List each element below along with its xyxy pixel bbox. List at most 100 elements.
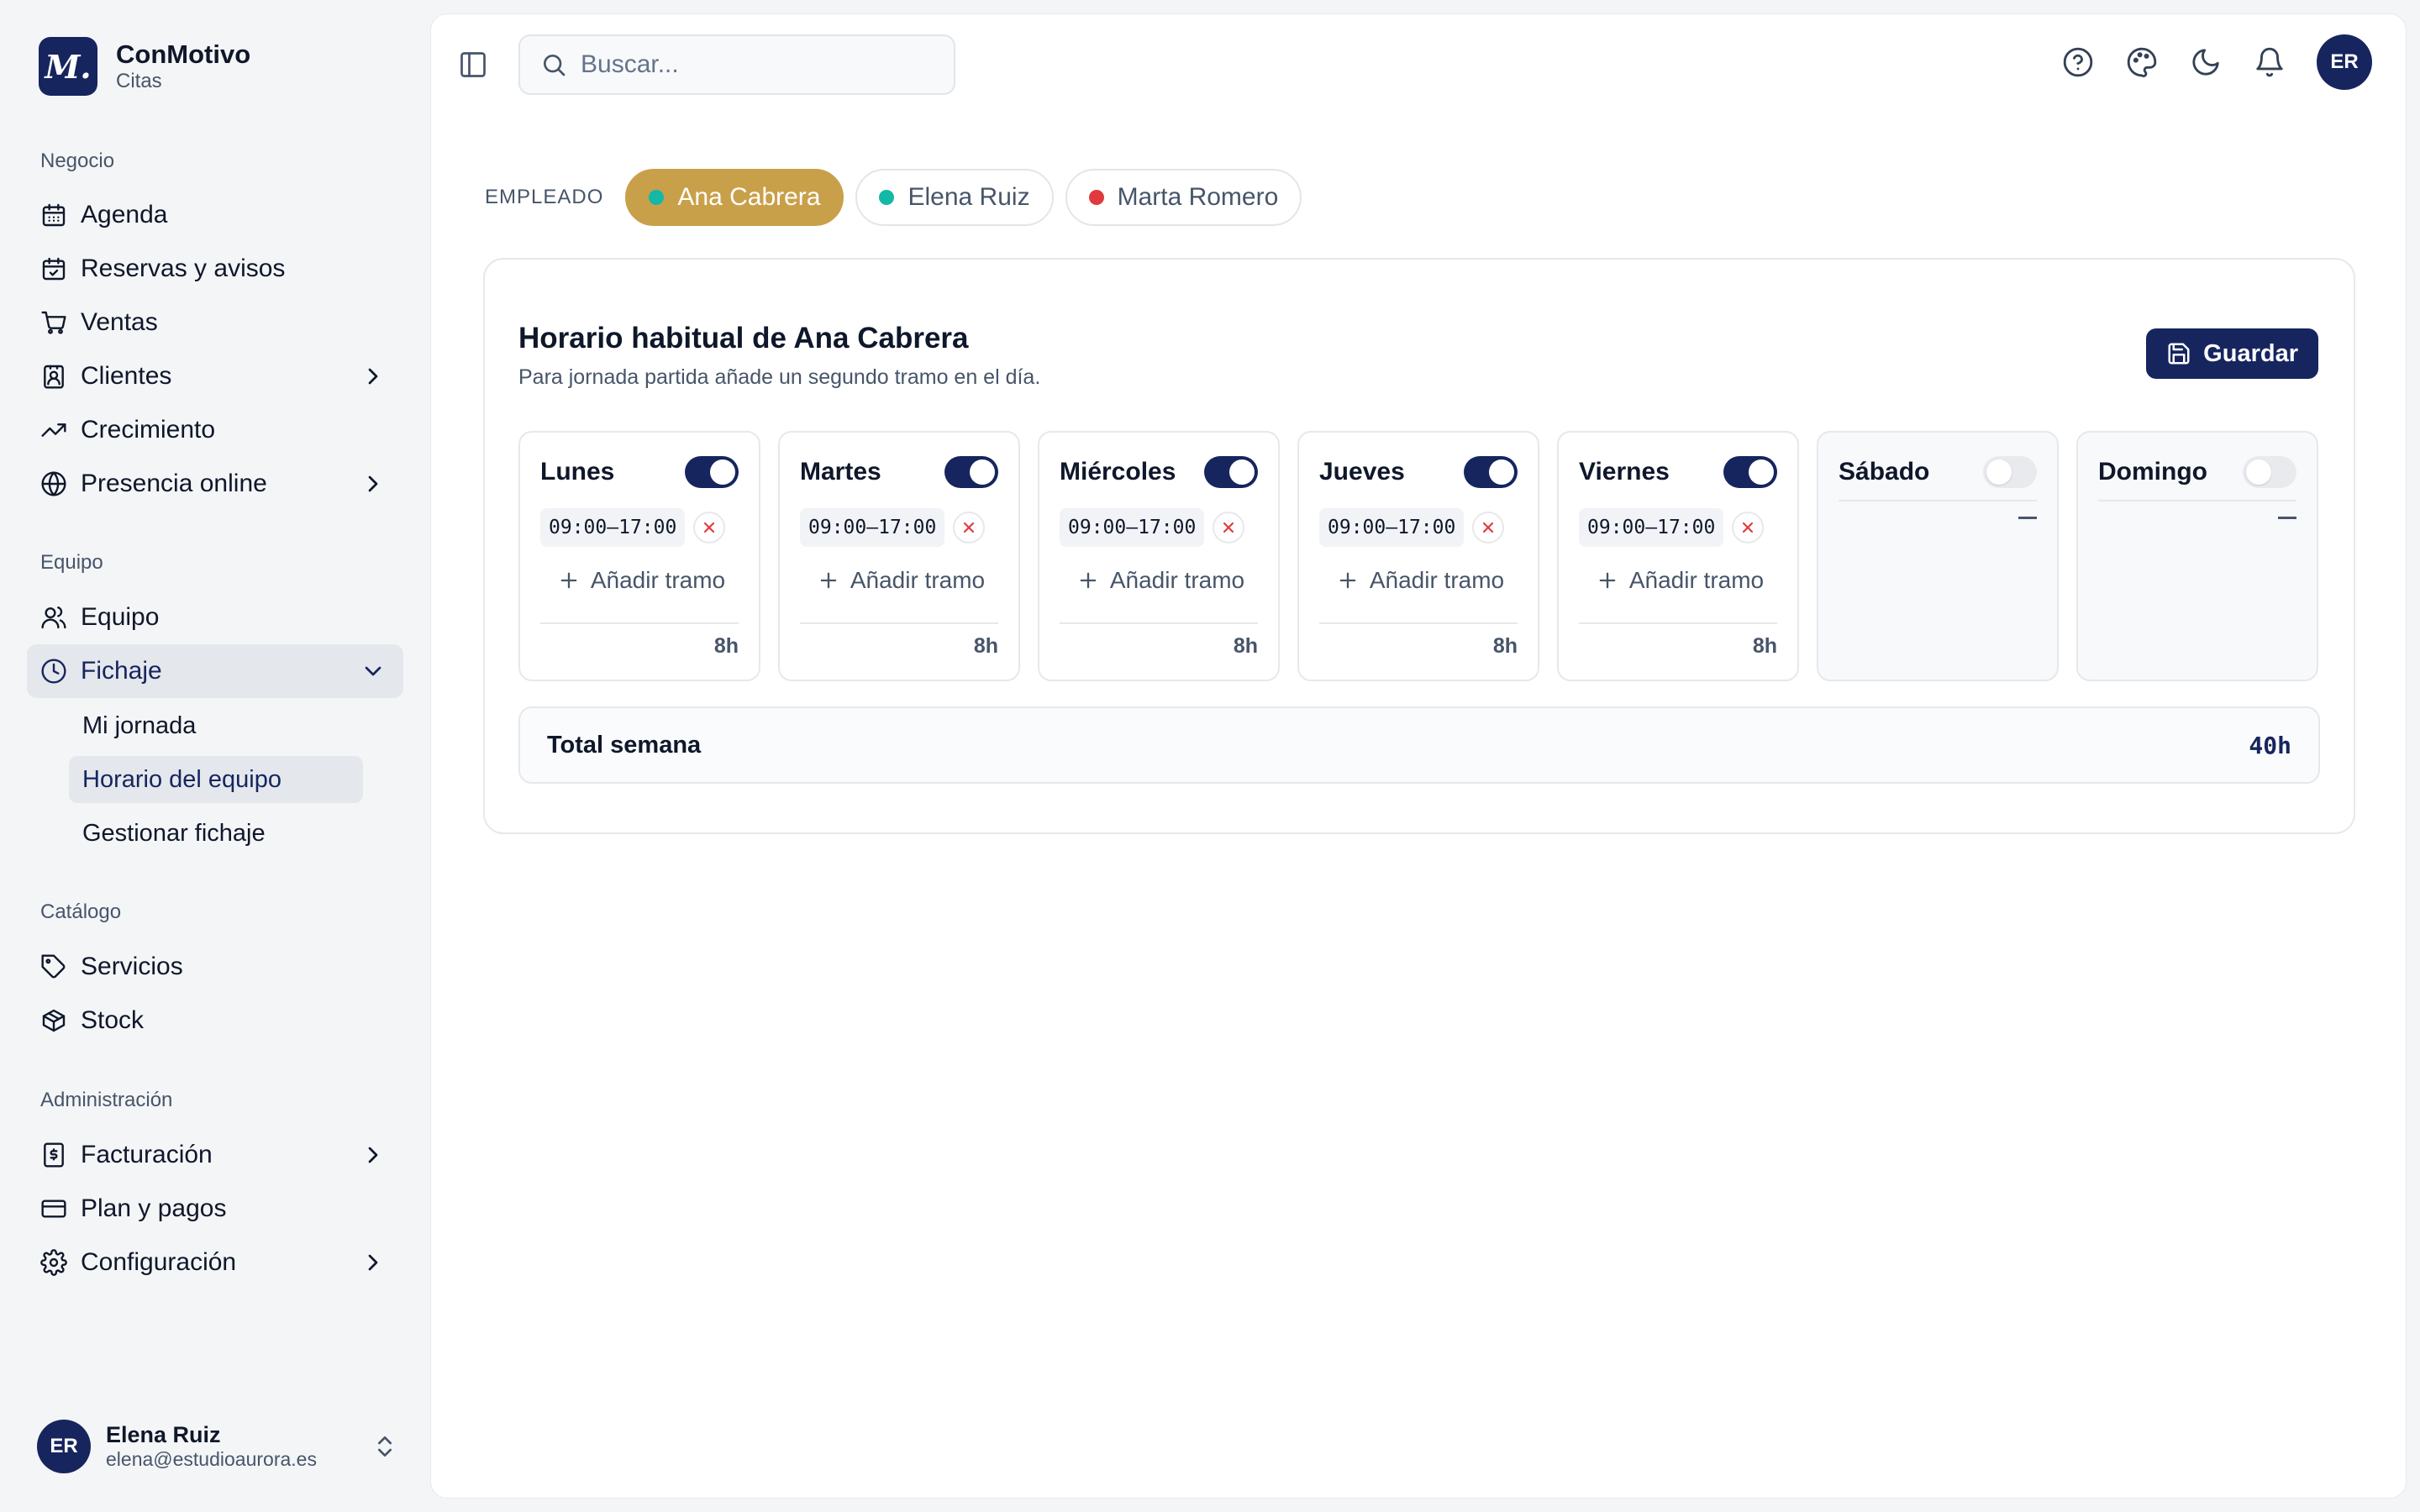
sidebar-item-servicios[interactable]: Servicios (27, 940, 403, 994)
no-hours-dash (2278, 517, 2296, 519)
sidebar-item-equipo[interactable]: Equipo (27, 591, 403, 644)
search-input[interactable] (581, 50, 934, 79)
remove-slot-button[interactable] (953, 512, 986, 543)
sidebar-item-presencia-online[interactable]: Presencia online (27, 457, 403, 511)
sidebar-item-label: Ventas (81, 308, 158, 336)
sidebar-item-clientes[interactable]: Clientes (27, 349, 403, 403)
day-toggle[interactable] (1983, 456, 2037, 488)
sidebar-item-label: Clientes (81, 362, 172, 390)
divider (1579, 622, 1777, 624)
day-toggle[interactable] (1723, 456, 1777, 488)
day-name: Jueves (1319, 458, 1405, 486)
close-icon (1483, 522, 1494, 533)
sidebar-item-crecimiento[interactable]: Crecimiento (27, 403, 403, 457)
remove-slot-button[interactable] (693, 512, 726, 543)
day-toggle[interactable] (944, 456, 998, 488)
day-hours: 8h (1492, 634, 1518, 658)
sidebar-item-plan-pagos[interactable]: Plan y pagos (27, 1182, 403, 1236)
users-icon (40, 604, 67, 631)
day-card: Miércoles 09:00–17:00 Añadir tramo 8h (1038, 431, 1280, 681)
sidebar-item-label: Servicios (81, 953, 183, 980)
remove-slot-button[interactable] (1213, 512, 1245, 543)
topbar-actions: ER (2061, 34, 2372, 90)
day-card: Domingo (2076, 431, 2318, 681)
sidebar-item-fichaje[interactable]: Fichaje (27, 644, 403, 698)
bell-icon[interactable] (2253, 45, 2286, 79)
time-range[interactable]: 09:00–17:00 (1319, 508, 1465, 547)
add-slot-button[interactable]: Añadir tramo (1060, 559, 1261, 602)
day-toggle[interactable] (1464, 456, 1518, 488)
sidebar-item-facturacion[interactable]: Facturación (27, 1128, 403, 1182)
employee-chip[interactable]: Elena Ruiz (855, 169, 1054, 226)
day-name: Lunes (540, 458, 615, 486)
sidebar-item-agenda[interactable]: Agenda (27, 188, 403, 242)
moon-icon[interactable] (2189, 45, 2223, 79)
user-name: Elena Ruiz (106, 1422, 221, 1447)
schedule-subtitle: Para jornada partida añade un segundo tr… (518, 365, 1041, 389)
contact-icon (40, 363, 67, 390)
add-slot-button[interactable]: Añadir tramo (1579, 559, 1781, 602)
search-box[interactable] (518, 34, 955, 95)
save-button[interactable]: Guardar (2146, 328, 2318, 379)
divider (540, 622, 739, 624)
sidebar-item-label: Reservas y avisos (81, 255, 286, 282)
time-range[interactable]: 09:00–17:00 (800, 508, 945, 547)
nav-section-title: Administración (40, 1089, 173, 1111)
trending-up-icon (40, 417, 67, 444)
day-name: Sábado (1839, 458, 1930, 486)
sidebar-item-label: Agenda (81, 201, 168, 228)
brand-logo: M. (39, 37, 97, 96)
sidebar-subitem-horario-equipo[interactable]: Horario del equipo (69, 756, 363, 803)
divider (1060, 622, 1258, 624)
sidebar-item-label: Crecimiento (81, 416, 216, 444)
day-card: Lunes 09:00–17:00 Añadir tramo 8h (518, 431, 760, 681)
day-toggle[interactable] (685, 456, 739, 488)
sidebar-item-stock[interactable]: Stock (27, 994, 403, 1047)
add-slot-button[interactable]: Añadir tramo (1319, 559, 1521, 602)
day-toggle[interactable] (1204, 456, 1258, 488)
status-dot (649, 190, 665, 205)
employee-chip[interactable]: Marta Romero (1065, 169, 1302, 226)
schedule-card: Horario habitual de Ana Cabrera Para jor… (483, 258, 2355, 834)
add-slot-button[interactable]: Añadir tramo (800, 559, 1002, 602)
help-icon[interactable] (2061, 45, 2095, 79)
time-range[interactable]: 09:00–17:00 (1060, 508, 1205, 547)
plus-icon (1339, 572, 1356, 589)
palette-icon[interactable] (2125, 45, 2159, 79)
save-icon (2168, 343, 2190, 365)
sidebar-item-label: Plan y pagos (81, 1194, 227, 1222)
employee-selector: EMPLEADO Ana Cabrera Elena Ruiz Marta Ro… (485, 169, 1313, 226)
sidebar-item-label: Stock (81, 1006, 145, 1034)
sidebar-subitem-gestionar-fichaje[interactable]: Gestionar fichaje (69, 810, 363, 857)
day-toggle[interactable] (2243, 456, 2296, 488)
user-email: elena@estudioaurora.es (106, 1448, 317, 1470)
sidebar-item-reservas[interactable]: Reservas y avisos (27, 242, 403, 296)
add-slot-button[interactable]: Añadir tramo (540, 559, 742, 602)
gear-icon (40, 1249, 67, 1276)
time-slot: 09:00–17:00 (1060, 508, 1245, 547)
sidebar-subitem-mi-jornada[interactable]: Mi jornada (69, 702, 363, 749)
time-range[interactable]: 09:00–17:00 (540, 508, 686, 547)
employee-name: Marta Romero (1117, 183, 1279, 211)
time-slot: 09:00–17:00 (800, 508, 986, 547)
employee-name: Elena Ruiz (908, 183, 1030, 211)
remove-slot-button[interactable] (1732, 512, 1765, 543)
avatar[interactable]: ER (2317, 34, 2372, 90)
box-icon (40, 1007, 67, 1034)
remove-slot-button[interactable] (1472, 512, 1505, 543)
calendar-check-icon (40, 255, 67, 282)
sidebar-item-ventas[interactable]: Ventas (27, 296, 403, 349)
close-icon (964, 522, 975, 533)
close-icon (1743, 522, 1754, 533)
brand[interactable]: M. ConMotivo Citas (39, 37, 250, 96)
total-label: Total semana (547, 731, 702, 759)
sidebar-item-label: Equipo (81, 603, 160, 631)
employee-label: EMPLEADO (485, 186, 604, 208)
employee-chip[interactable]: Ana Cabrera (625, 169, 844, 226)
sidebar-toggle-icon[interactable] (458, 50, 488, 80)
day-card: Jueves 09:00–17:00 Añadir tramo 8h (1297, 431, 1539, 681)
time-slot: 09:00–17:00 (1579, 508, 1765, 547)
time-range[interactable]: 09:00–17:00 (1579, 508, 1724, 547)
sidebar-item-configuracion[interactable]: Configuración (27, 1236, 403, 1289)
user-menu[interactable]: ER Elena Ruiz elena@estudioaurora.es (37, 1420, 398, 1473)
